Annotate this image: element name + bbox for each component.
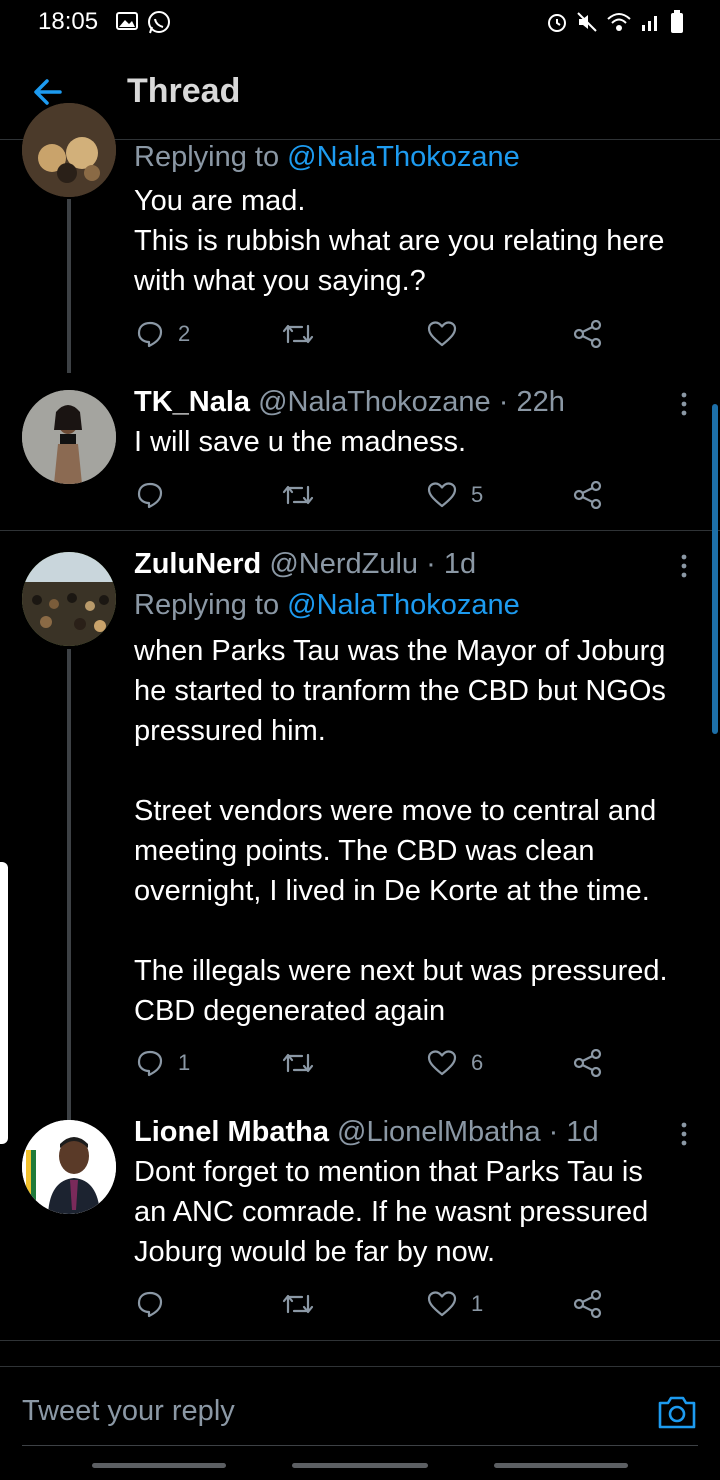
like-button[interactable] — [427, 314, 457, 354]
avatar[interactable] — [22, 390, 116, 484]
scrollbar[interactable] — [712, 404, 718, 734]
share-button[interactable] — [573, 1043, 603, 1083]
avatar[interactable] — [22, 1120, 116, 1214]
nav-bar-handle — [494, 1463, 628, 1468]
mention-link[interactable]: @NalaThokozane — [287, 589, 520, 621]
like-button[interactable]: 5 — [427, 475, 483, 515]
retweet-button[interactable] — [282, 1043, 314, 1083]
like-count: 5 — [471, 482, 484, 507]
tweet-actions: 1 6 — [0, 1043, 720, 1083]
more-vertical-icon — [681, 554, 687, 578]
share-button[interactable] — [573, 1284, 603, 1324]
tweet-actions: 1 — [0, 1284, 720, 1324]
tweet-text: I will save u the madness. — [134, 426, 467, 458]
share-button[interactable] — [573, 475, 603, 515]
reply-button[interactable] — [136, 1284, 164, 1324]
alarm-icon — [546, 11, 568, 38]
reply-composer: Tweet your reply — [0, 1366, 720, 1480]
share-icon — [573, 320, 602, 348]
retweet-button[interactable] — [282, 475, 314, 515]
retweet-button[interactable] — [282, 1284, 314, 1324]
tweet-actions: 2 — [0, 314, 720, 354]
reply-input[interactable]: Tweet your reply — [22, 1395, 235, 1428]
mute-icon — [576, 11, 598, 38]
wifi-icon — [606, 11, 632, 38]
retweet-button[interactable] — [282, 314, 314, 354]
more-vertical-icon — [681, 1122, 687, 1146]
replying-to: Replying to @NalaThokozane — [134, 141, 520, 173]
tweet[interactable]: ZuluNerd @NerdZulu · 1d Replying to @Nal… — [0, 531, 720, 1121]
heart-icon — [427, 321, 457, 347]
nav-bar-handle — [92, 1463, 226, 1468]
user-handle[interactable]: @LionelMbatha — [337, 1116, 541, 1148]
replying-to: Replying to @NalaThokozane — [134, 589, 520, 621]
nav-bar-handle — [292, 1463, 428, 1468]
status-bar: 18:05 — [0, 0, 720, 44]
like-button[interactable]: 1 — [427, 1284, 483, 1324]
tweet[interactable]: TK_Nala @NalaThokozane · 22h I will save… — [0, 371, 720, 531]
reply-button[interactable]: 2 — [136, 314, 190, 354]
reply-icon — [137, 1291, 163, 1318]
tweet-text: You are mad. This is rubbish what are yo… — [134, 185, 665, 297]
tweet-header: ZuluNerd @NerdZulu · 1d — [134, 548, 476, 581]
gallery-icon — [116, 10, 138, 41]
like-count: 1 — [471, 1291, 484, 1316]
more-options-button[interactable] — [676, 552, 692, 580]
timestamp: · 22h — [490, 386, 565, 418]
tweet-header: TK_Nala @NalaThokozane · 22h — [134, 386, 565, 419]
more-options-button[interactable] — [676, 1120, 692, 1148]
display-name[interactable]: Lionel Mbatha — [134, 1116, 329, 1148]
retweet-icon — [282, 1053, 314, 1073]
more-vertical-icon — [681, 392, 687, 416]
status-time: 18:05 — [38, 8, 99, 35]
avatar[interactable] — [22, 103, 116, 197]
reply-count: 2 — [178, 321, 191, 346]
retweet-icon — [282, 324, 314, 344]
tweet-header: Lionel Mbatha @LionelMbatha · 1d — [134, 1116, 599, 1149]
retweet-icon — [282, 1294, 314, 1314]
share-icon — [573, 481, 602, 509]
tweet[interactable]: Lionel Mbatha @LionelMbatha · 1d Dont fo… — [0, 1101, 720, 1341]
user-handle[interactable]: @NalaThokozane — [258, 386, 491, 418]
user-handle[interactable]: @NerdZulu — [269, 548, 418, 580]
share-button[interactable] — [573, 314, 603, 354]
heart-icon — [427, 1291, 457, 1317]
share-icon — [573, 1290, 602, 1318]
like-button[interactable]: 6 — [427, 1043, 483, 1083]
tweet-text: when Parks Tau was the Mayor of Joburg h… — [134, 635, 668, 1027]
signal-icon — [640, 11, 662, 38]
reply-button[interactable] — [136, 475, 164, 515]
tweet-text: Dont forget to mention that Parks Tau is… — [134, 1156, 649, 1268]
reply-count: 1 — [178, 1050, 191, 1075]
camera-icon — [658, 1396, 696, 1429]
heart-icon — [427, 482, 457, 508]
reply-icon — [137, 482, 163, 509]
tweet-actions: 5 — [0, 475, 720, 515]
whatsapp-icon — [146, 10, 172, 41]
timestamp: · 1d — [540, 1116, 599, 1148]
reply-icon — [137, 1050, 163, 1077]
page-title: Thread — [127, 72, 241, 110]
share-icon — [573, 1049, 602, 1077]
display-name[interactable]: TK_Nala — [134, 386, 250, 418]
more-options-button[interactable] — [676, 390, 692, 418]
edge-panel-handle[interactable] — [0, 862, 8, 1144]
timestamp: · 1d — [418, 548, 477, 580]
reply-icon — [137, 321, 163, 348]
display-name[interactable]: ZuluNerd — [134, 548, 261, 580]
retweet-icon — [282, 485, 314, 505]
like-count: 6 — [471, 1050, 484, 1075]
reply-button[interactable]: 1 — [136, 1043, 190, 1083]
avatar[interactable] — [22, 552, 116, 646]
camera-button[interactable] — [656, 1391, 698, 1433]
heart-icon — [427, 1050, 457, 1076]
mention-link[interactable]: @NalaThokozane — [287, 141, 520, 173]
battery-icon — [670, 10, 684, 39]
divider — [0, 1340, 720, 1341]
tweet[interactable]: Replying to @NalaThokozane You are mad. … — [0, 103, 720, 373]
